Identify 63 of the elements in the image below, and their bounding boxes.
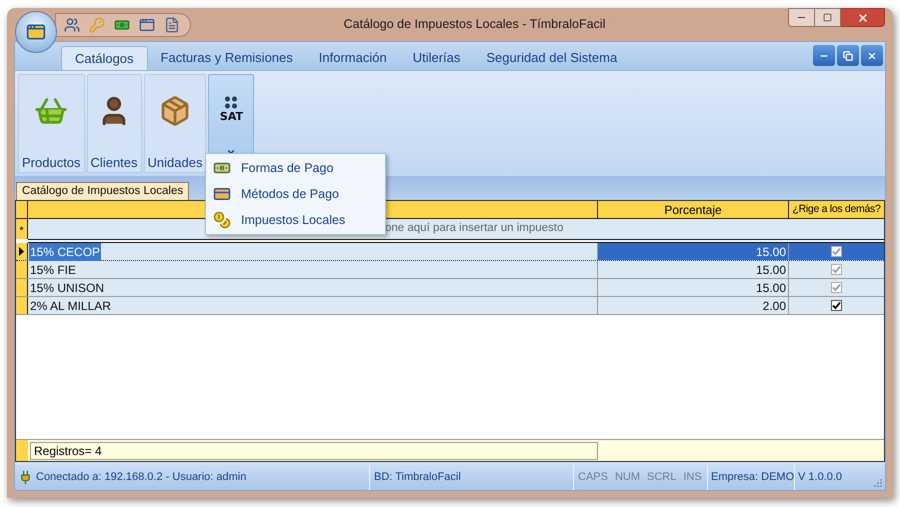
menu-item[interactable]: Métodos de Pago (206, 181, 385, 207)
sat-logo: SAT (220, 109, 243, 126)
ribbon-tab[interactable]: Catálogos (61, 46, 148, 70)
table-cell: 15% CECOP (29, 242, 102, 260)
minimize-button[interactable] (788, 8, 815, 27)
ribbon-button[interactable]: Productos (18, 74, 85, 173)
users-icon[interactable] (64, 16, 80, 32)
ribbon-tab[interactable]: Seguridad del Sistema (473, 46, 630, 70)
restore-icon (843, 50, 853, 60)
plug-icon (18, 470, 33, 485)
key-indicator: INS (683, 470, 702, 486)
document-tab[interactable]: Catálogo de Impuestos Locales (16, 182, 190, 200)
table-cell-text: 2% AL MILLAR (29, 298, 112, 314)
record-count-field: Registros= 4 (30, 442, 598, 460)
column-header[interactable]: Porcentaje (598, 201, 789, 218)
table-cell: 15.00 (598, 279, 789, 296)
table-cell-text: 15% FIE (29, 262, 78, 278)
key-indicator: CAPS (578, 470, 608, 486)
new-row-marker: * (16, 219, 28, 239)
resize-grip-icon (874, 479, 882, 487)
table-cell-text: 15% UNISON (29, 280, 106, 296)
row-header[interactable] (16, 297, 28, 314)
ribbon-button[interactable]: Clientes (86, 74, 142, 173)
ribbon-tab[interactable]: Facturas y Remisiones (148, 46, 306, 70)
document-icon[interactable] (164, 16, 180, 32)
coins-icon (213, 211, 231, 229)
close-icon (856, 12, 868, 24)
row-header (16, 440, 28, 461)
mdi-minimize-button[interactable] (813, 45, 835, 66)
box-icon (158, 95, 191, 127)
version-status: V 1.0.0.0 (794, 465, 866, 490)
table-row[interactable]: 2% AL MILLAR 2.00 (16, 297, 884, 315)
card-icon (213, 185, 231, 203)
table-cell: 2.00 (598, 297, 789, 314)
ribbon-button-label: Productos (22, 154, 81, 172)
maximize-icon (823, 13, 832, 22)
close-button[interactable] (841, 8, 885, 27)
window-icon[interactable] (139, 16, 155, 32)
ribbon-button[interactable]: Unidades (144, 74, 206, 173)
close-icon (867, 50, 877, 60)
application-orb[interactable] (15, 11, 57, 53)
table-cell: 15.00 (598, 261, 789, 278)
key-indicator: NUM (614, 470, 640, 486)
menu-item[interactable]: Impuestos Locales (206, 207, 385, 233)
database-status: BD: TimbraloFacil (369, 465, 573, 490)
checkbox[interactable] (831, 300, 842, 311)
mdi-restore-button[interactable] (837, 45, 859, 66)
dots-icon (224, 96, 238, 110)
maximize-button[interactable] (815, 8, 841, 27)
new-row-hint[interactable]: one aquí para insertar un impuesto (385, 220, 564, 238)
window-title: Catálogo de Impuestos Locales - TímbraloFacil (342, 16, 606, 34)
ribbon-button-label: Unidades (148, 154, 202, 172)
key-indicator: SCRL (647, 470, 676, 486)
ribbon-button-label: Clientes (90, 154, 138, 172)
ribbon-tab[interactable]: Utilerías (400, 46, 474, 70)
column-header[interactable]: ¿Rige a los demás? (789, 201, 884, 218)
company-status: Empresa: DEMO (707, 465, 794, 490)
row-pointer-icon (19, 247, 24, 256)
orb-icon (26, 22, 46, 42)
table-cell: 15.00 (598, 243, 789, 260)
ribbon-tab[interactable]: Información (306, 46, 400, 70)
connection-status: Conectado a: 192.168.0.2 - Usuario: admin (35, 470, 248, 486)
mdi-close-button[interactable] (861, 45, 883, 66)
